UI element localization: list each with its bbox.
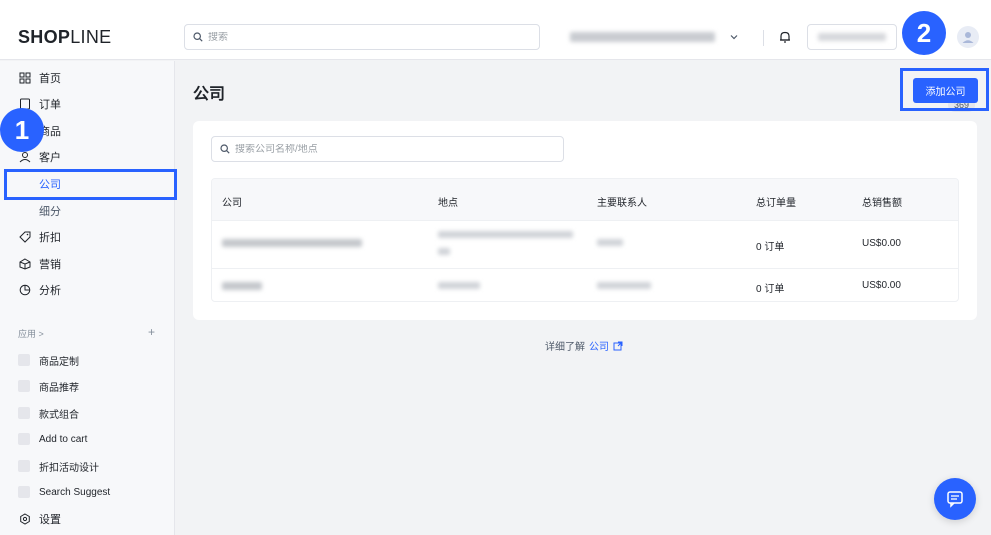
app-item-label: Add to cart — [39, 433, 88, 445]
column-header-orders[interactable]: 总订单量 — [756, 194, 796, 209]
chevron-down-icon — [730, 35, 738, 40]
shopline-logo[interactable]: SHOPLINE — [18, 27, 111, 48]
app-icon — [18, 407, 30, 419]
app-icon — [18, 433, 30, 445]
apps-section-label[interactable]: 应用 > — [18, 327, 44, 340]
company-search-input[interactable] — [235, 143, 535, 155]
learn-more-text: 详细了解 — [545, 342, 585, 353]
app-item-label: 折扣活动设计 — [39, 462, 99, 474]
discount-icon — [18, 231, 31, 244]
app-item-label: 商品推荐 — [39, 382, 79, 394]
location-redacted — [438, 282, 480, 289]
highlight-add-company — [900, 68, 989, 111]
app-item[interactable]: 商品定制 — [18, 349, 168, 371]
highlight-companies — [4, 169, 177, 200]
page-title: 公司 — [193, 86, 226, 103]
sidebar-item-analytics[interactable]: 分析 — [18, 279, 168, 301]
sidebar-item-label: 营销 — [39, 259, 61, 271]
sales-cell: US$0.00 — [862, 238, 901, 249]
sidebar-item-marketing[interactable]: 营销 — [18, 253, 168, 275]
store-switcher[interactable] — [570, 24, 750, 50]
app-icon — [18, 380, 30, 392]
marketing-icon — [18, 258, 31, 271]
app-icon — [18, 354, 30, 366]
sidebar-item-home[interactable]: 首页 — [18, 67, 168, 89]
external-link-icon[interactable] — [613, 341, 623, 351]
chat-icon — [947, 491, 963, 508]
column-header-company[interactable]: 公司 — [222, 194, 242, 209]
companies-card: 公司 地点 主要联系人 总订单量 总销售额 0 订单 US$0.00 0 订单 … — [193, 121, 977, 320]
step-marker-1: 1 — [0, 108, 44, 152]
account-switcher[interactable] — [807, 24, 897, 50]
app-item[interactable]: 款式组合 — [18, 402, 168, 424]
grid-icon — [18, 72, 31, 85]
sidebar-subitem-label: 细分 — [39, 206, 61, 218]
sidebar-item-label: 折扣 — [39, 232, 61, 244]
search-icon — [220, 144, 230, 154]
app-item[interactable]: Search Suggest — [18, 481, 168, 503]
app-item-label: Search Suggest — [39, 486, 111, 498]
user-icon — [962, 32, 974, 43]
avatar[interactable] — [957, 26, 979, 48]
header-divider — [763, 30, 764, 46]
table-header: 公司 地点 主要联系人 总订单量 总销售额 — [212, 179, 958, 220]
app-item-label: 款式组合 — [39, 409, 79, 421]
app-icon — [18, 460, 30, 472]
app-item[interactable]: 商品推荐 — [18, 375, 168, 397]
bell-icon[interactable] — [777, 29, 793, 45]
sidebar-item-customers[interactable]: 客户 — [18, 146, 168, 168]
table-row[interactable]: 0 订单 US$0.00 — [212, 268, 958, 301]
sidebar-item-settings[interactable]: 设置 — [18, 508, 168, 530]
top-bar: SHOPLINE — [0, 0, 991, 60]
column-header-location[interactable]: 地点 — [438, 194, 458, 209]
company-name-redacted — [222, 239, 362, 247]
table-row[interactable]: 0 订单 US$0.00 — [212, 220, 958, 268]
companies-table: 公司 地点 主要联系人 总订单量 总销售额 0 订单 US$0.00 0 订单 … — [211, 178, 959, 302]
global-search[interactable] — [184, 24, 540, 50]
orders-cell: 0 订单 — [756, 284, 785, 295]
gear-icon — [18, 513, 31, 526]
sidebar-item-orders[interactable]: 订单 — [18, 93, 168, 115]
contact-redacted — [597, 239, 623, 246]
learn-more-link[interactable]: 公司 — [589, 338, 609, 353]
chart-icon — [18, 284, 31, 297]
column-header-contact[interactable]: 主要联系人 — [597, 194, 647, 209]
add-app-button[interactable]: + — [148, 325, 155, 339]
account-name-redacted — [818, 33, 886, 41]
company-search[interactable] — [211, 136, 564, 162]
learn-more: 详细了解 公司 — [545, 338, 623, 353]
location-redacted — [438, 248, 450, 255]
app-icon — [18, 486, 30, 498]
step-marker-2: 2 — [902, 11, 946, 55]
company-name-redacted — [222, 282, 262, 290]
sidebar-subitem-segments[interactable]: 细分 — [39, 200, 61, 222]
search-icon — [193, 32, 203, 42]
sidebar-item-discounts[interactable]: 折扣 — [18, 226, 168, 248]
column-header-sales[interactable]: 总销售额 — [862, 194, 902, 209]
sidebar-item-label: 设置 — [39, 514, 61, 526]
contact-redacted — [597, 282, 651, 289]
sidebar-item-label: 订单 — [39, 99, 61, 111]
global-search-input[interactable] — [208, 31, 508, 43]
store-name-redacted — [570, 32, 715, 42]
location-redacted — [438, 231, 573, 238]
chat-button[interactable] — [934, 478, 976, 520]
sidebar-item-label: 首页 — [39, 73, 61, 85]
app-item[interactable]: Add to cart — [18, 428, 168, 450]
sidebar-item-label: 客户 — [39, 152, 61, 164]
app-item-label: 商品定制 — [39, 356, 79, 368]
sales-cell: US$0.00 — [862, 280, 901, 291]
sidebar-item-label: 分析 — [39, 285, 61, 297]
app-item[interactable]: 折扣活动设计 — [18, 455, 168, 477]
orders-cell: 0 订单 — [756, 242, 785, 253]
users-icon — [18, 151, 31, 164]
